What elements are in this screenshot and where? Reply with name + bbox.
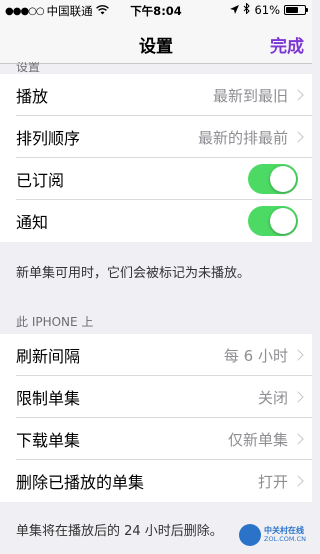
chevron-right-icon [292,131,304,143]
row-value: 关闭 [257,388,288,407]
watermark-text: 中关村在线 ZOL.COM.CN [264,526,306,543]
done-button[interactable]: 完成 [270,32,304,57]
settings-group-device: 刷新间隔 每 6 小时 限制单集 关闭 下载单集 仅新单集 删除已播放的单集 打… [0,334,312,502]
row-value: 仅新单集 [227,430,288,449]
notifications-toggle[interactable] [248,206,298,236]
section-header-on-iphone: 此 IPHONE 上 [16,315,94,329]
row-subscribed: 已订阅 [0,158,312,200]
bluetooth-icon [243,2,251,17]
row-value: 最新到最旧 [212,86,288,105]
row-notifications: 通知 [0,200,312,242]
settings-group-playback: 播放 最新到最旧 排列顺序 最新的排最前 已订阅 通知 [0,74,312,242]
status-left: ●●●○○ 中国联通 [5,3,109,19]
signal-strength-icon: ●●●○○ [5,5,45,17]
row-refresh-interval[interactable]: 刷新间隔 每 6 小时 [0,334,312,376]
row-limit-episodes[interactable]: 限制单集 关闭 [0,376,312,418]
row-sort-order[interactable]: 排列顺序 最新的排最前 [0,116,312,158]
watermark: 中关村在线 ZOL.COM.CN [239,524,306,546]
chevron-right-icon [292,349,304,361]
chevron-right-icon [292,391,304,403]
row-download-episodes[interactable]: 下载单集 仅新单集 [0,418,312,460]
chevron-right-icon [292,89,304,101]
location-arrow-icon [230,3,240,17]
battery-icon [284,5,308,15]
row-playback[interactable]: 播放 最新到最旧 [0,74,312,116]
row-label: 已订阅 [16,171,65,190]
row-label: 限制单集 [16,389,81,408]
row-label: 下载单集 [16,431,81,450]
row-value: 每 6 小时 [223,346,288,365]
navigation-bar: 设置 完成 [0,20,312,64]
row-value: 打开 [257,472,288,491]
row-delete-played[interactable]: 删除已播放的单集 打开 [0,460,312,502]
row-label: 通知 [16,213,49,232]
status-bar: ●●●○○ 中国联通 下午8:04 61% [0,0,312,20]
row-label: 排列顺序 [16,129,81,148]
subscribed-toggle[interactable] [248,164,298,194]
chevron-right-icon [292,475,304,487]
page-title: 设置 [139,37,173,57]
carrier-name: 中国联通 [46,4,93,18]
row-value: 最新的排最前 [197,128,288,147]
wifi-icon [95,4,109,18]
watermark-url: ZOL.COM.CN [264,534,306,543]
footer-note-delete: 单集将在播放后的 24 小时后删除。 [16,524,223,539]
row-label: 刷新间隔 [16,347,81,366]
status-right: 61% [230,2,308,17]
row-label: 删除已播放的单集 [16,473,145,492]
battery-percent: 61% [254,3,280,17]
chevron-right-icon [292,433,304,445]
row-label: 播放 [16,87,49,106]
zol-logo-icon [239,524,261,546]
footer-note-playback: 新单集可用时，它们会被标记为未播放。 [16,266,251,281]
